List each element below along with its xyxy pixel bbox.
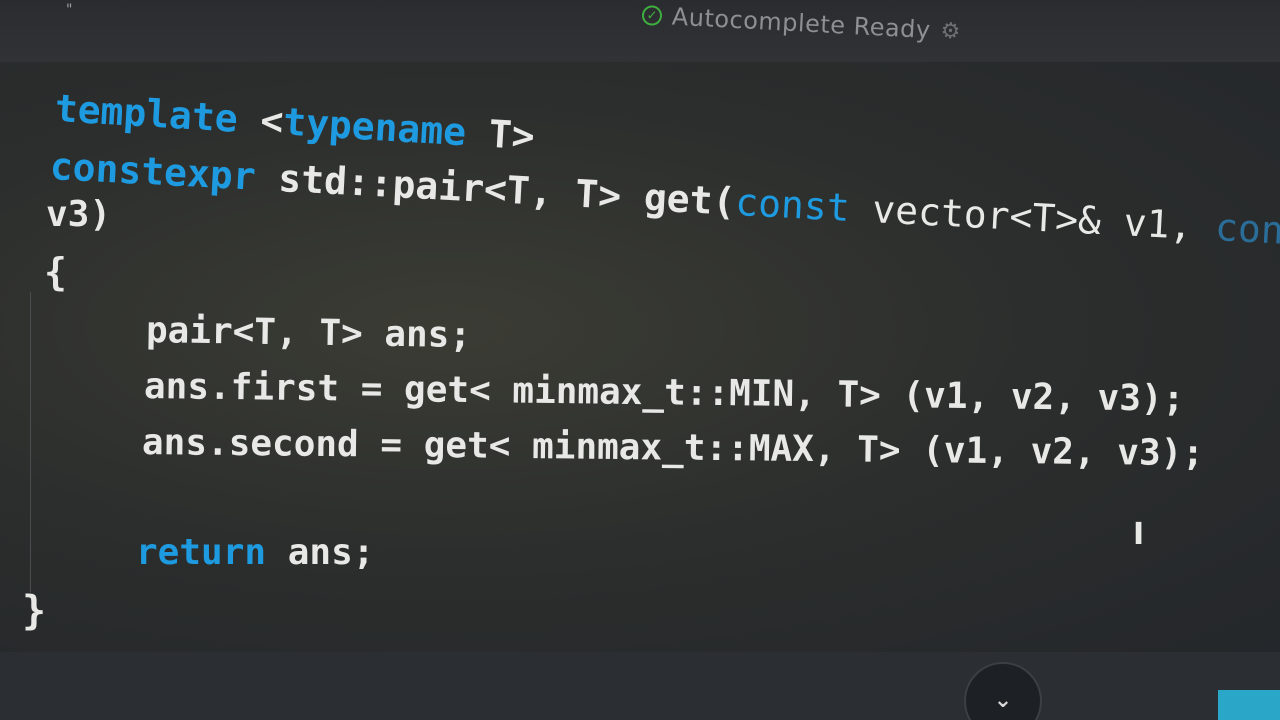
keyword-typename: typename: [282, 99, 468, 155]
keyword-return: return: [136, 532, 267, 573]
keyword-const-faded: const: [1214, 205, 1280, 256]
code-block[interactable]: template <typename T> constexpr std::pai…: [0, 62, 1280, 634]
code-text: <: [236, 96, 285, 144]
i-beam-cursor-icon: I: [1133, 517, 1145, 552]
keyword-const: const: [734, 179, 851, 230]
code-line-2[interactable]: constexpr std::pair<T, T> get(const vect…: [49, 144, 1280, 259]
status-bar: " ✓ Autocomplete Ready ⚙: [0, 0, 1280, 62]
autocomplete-status[interactable]: ✓ Autocomplete Ready ⚙: [641, 0, 961, 47]
code-line-9[interactable]: }: [22, 588, 46, 634]
code-line-3[interactable]: v3): [46, 194, 111, 235]
autocomplete-status-text: Autocomplete Ready: [671, 2, 932, 45]
gear-icon[interactable]: ⚙: [940, 18, 961, 44]
code-line-7[interactable]: ans.second = get< minmax_t::MAX, T> (v1,…: [142, 422, 1204, 474]
corner-accent: [1218, 690, 1280, 720]
check-circle-icon: ✓: [641, 5, 663, 27]
code-line-4[interactable]: {: [44, 250, 67, 294]
code-line-6[interactable]: ans.first = get< minmax_t::MIN, T> (v1, …: [144, 366, 1185, 420]
code-text: T>: [464, 110, 536, 159]
top-mark: ": [66, 2, 73, 18]
chevron-down-icon: ⌄: [993, 688, 1013, 713]
code-line-8[interactable]: return ans;: [136, 532, 374, 573]
keyword-constexpr: constexpr: [48, 144, 257, 199]
code-editor-area[interactable]: template <typename T> constexpr std::pai…: [0, 62, 1280, 652]
code-line-5[interactable]: pair<T, T> ans;: [146, 310, 472, 356]
code-text: ans;: [266, 532, 375, 573]
bottom-bar: [0, 652, 1280, 720]
code-text: vector<T>& v1,: [848, 185, 1217, 250]
code-editor-screen: " ✓ Autocomplete Ready ⚙ template <typen…: [0, 0, 1280, 720]
keyword-template: template: [53, 86, 240, 141]
code-text: std::pair<T, T> get(: [254, 154, 737, 224]
